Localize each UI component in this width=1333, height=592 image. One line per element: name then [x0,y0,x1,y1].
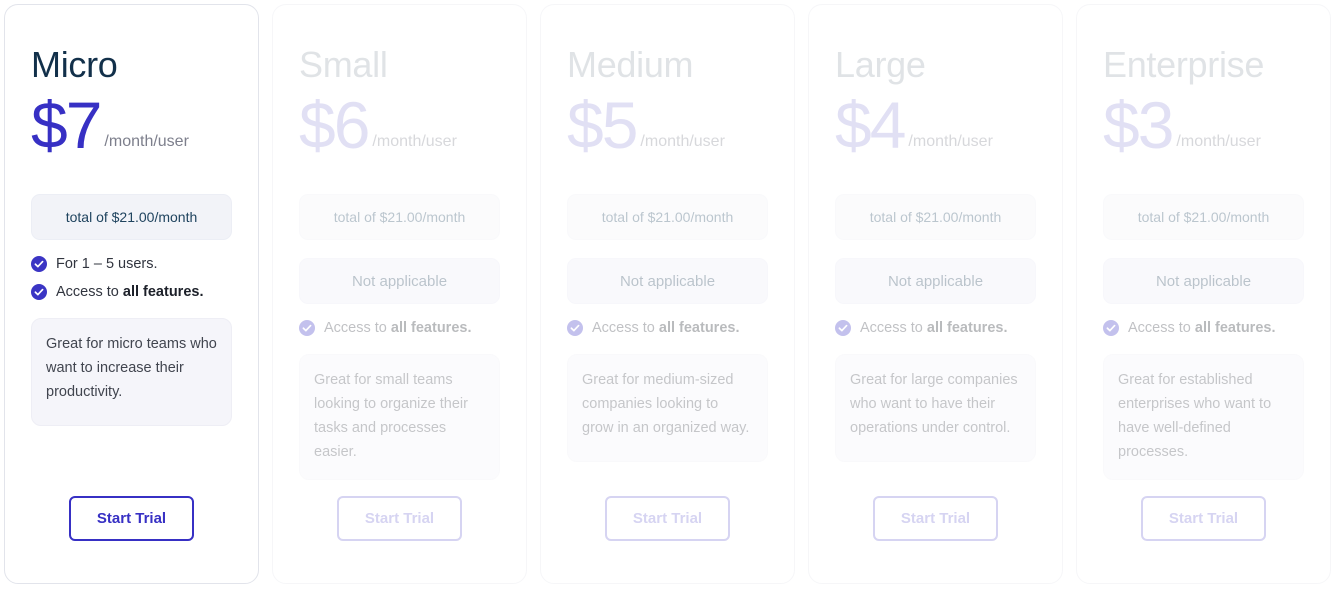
feature-access-prefix: Access to [324,320,391,337]
feature-item-access: Access to all features. [299,320,500,337]
plan-card-large[interactable]: Large $4 /month/user total of $21.00/mon… [808,4,1063,584]
plan-cta-wrap: Start Trial [1103,496,1304,541]
plan-name: Small [299,44,388,85]
plan-total-label: total of $21.00/month [65,209,198,226]
check-circle-icon [31,284,47,301]
plan-name: Large [835,44,926,85]
feature-label-access: Access to all features. [1128,320,1275,336]
feature-item-access: Access to all features. [567,320,768,337]
feature-access-strong: all features. [122,284,204,301]
plan-price-row: $5 /month/user [567,88,768,162]
feature-access-strong: all features. [926,320,1008,337]
plan-price-period: /month/user [1176,133,1261,150]
plan-feature-list: Access to all features. [299,320,500,348]
plan-card-small[interactable]: Small $6 /month/user total of $21.00/mon… [272,4,527,584]
plan-feature-list: Access to all features. [835,320,1036,348]
plan-total-label: total of $21.00/month [333,209,466,226]
start-trial-button[interactable]: Start Trial [872,496,999,541]
feature-label-users: For 1 – 5 users. [56,256,158,273]
feature-access-prefix: Access to [1128,320,1195,337]
plan-price-period: /month/user [372,133,457,150]
plan-description: Great for large companies who want to ha… [835,354,1036,463]
check-circle-icon [567,320,583,337]
plan-total-badge: total of $21.00/month [1103,194,1304,241]
plan-not-applicable-label: Not applicable [887,272,984,290]
plan-price-row: $4 /month/user [835,88,1036,162]
feature-item-access: Access to all features. [835,320,1036,337]
plan-cta-wrap: Start Trial [31,496,232,541]
plan-card-micro[interactable]: Micro $7 /month/user total of $21.00/mon… [4,4,259,584]
plan-not-applicable-label: Not applicable [1155,272,1252,290]
plan-price-amount: $3 [1103,88,1174,162]
feature-item-access: Access to all features. [31,284,232,301]
plan-name: Enterprise [1103,44,1265,85]
plan-price-amount: $5 [567,88,638,162]
plan-description: Great for small teams looking to organiz… [299,354,500,480]
plan-feature-list: Access to all features. [567,320,768,348]
pricing-plans-row: Micro $7 /month/user total of $21.00/mon… [0,0,1333,592]
check-circle-icon [835,320,851,337]
plan-feature-list: For 1 – 5 users. Access to all features. [31,256,232,312]
feature-item-access: Access to all features. [1103,320,1304,337]
plan-total-label: total of $21.00/month [869,209,1002,226]
feature-label-access: Access to all features. [56,284,203,300]
plan-total-badge: total of $21.00/month [567,194,768,241]
plan-not-applicable-badge: Not applicable [1103,258,1304,305]
plan-card-enterprise[interactable]: Enterprise $3 /month/user total of $21.0… [1076,4,1331,584]
feature-access-prefix: Access to [592,320,659,337]
check-circle-icon [31,256,47,273]
plan-description: Great for medium-sized companies looking… [567,354,768,463]
plan-price-row: $3 /month/user [1103,88,1304,162]
plan-total-label: total of $21.00/month [601,209,734,226]
plan-feature-list: Access to all features. [1103,320,1304,348]
feature-label-access: Access to all features. [324,320,471,336]
plan-card-medium[interactable]: Medium $5 /month/user total of $21.00/mo… [540,4,795,584]
plan-price-amount: $6 [299,88,370,162]
start-trial-button[interactable]: Start Trial [604,496,731,541]
plan-name: Micro [31,44,118,85]
feature-access-strong: all features. [1194,320,1276,337]
feature-access-prefix: Access to [860,320,927,337]
feature-access-strong: all features. [658,320,740,337]
plan-price-amount: $4 [835,88,906,162]
feature-access-prefix: Access to [56,284,123,301]
plan-price-period: /month/user [104,133,189,150]
plan-not-applicable-badge: Not applicable [567,258,768,305]
feature-access-strong: all features. [390,320,472,337]
feature-item-users: For 1 – 5 users. [31,256,232,273]
plan-not-applicable-badge: Not applicable [835,258,1036,305]
plan-not-applicable-label: Not applicable [619,272,716,290]
feature-label-access: Access to all features. [860,320,1007,336]
plan-total-badge: total of $21.00/month [31,194,232,241]
plan-cta-wrap: Start Trial [567,496,768,541]
feature-label-access: Access to all features. [592,320,739,336]
plan-name: Medium [567,44,694,85]
plan-description: Great for established enterprises who wa… [1103,354,1304,480]
plan-price-period: /month/user [640,133,725,150]
plan-not-applicable-label: Not applicable [351,272,448,290]
plan-not-applicable-badge: Not applicable [299,258,500,305]
start-trial-button[interactable]: Start Trial [336,496,463,541]
plan-total-badge: total of $21.00/month [299,194,500,241]
plan-price-amount: $7 [31,88,102,162]
plan-price-row: $7 /month/user [31,88,232,162]
plan-price-period: /month/user [908,133,993,150]
plan-price-row: $6 /month/user [299,88,500,162]
plan-total-label: total of $21.00/month [1137,209,1270,226]
plan-cta-wrap: Start Trial [835,496,1036,541]
plan-total-badge: total of $21.00/month [835,194,1036,241]
start-trial-button[interactable]: Start Trial [1140,496,1267,541]
check-circle-icon [1103,320,1119,337]
check-circle-icon [299,320,315,337]
start-trial-button[interactable]: Start Trial [68,496,195,541]
plan-description: Great for micro teams who want to increa… [31,318,232,427]
plan-cta-wrap: Start Trial [299,496,500,541]
